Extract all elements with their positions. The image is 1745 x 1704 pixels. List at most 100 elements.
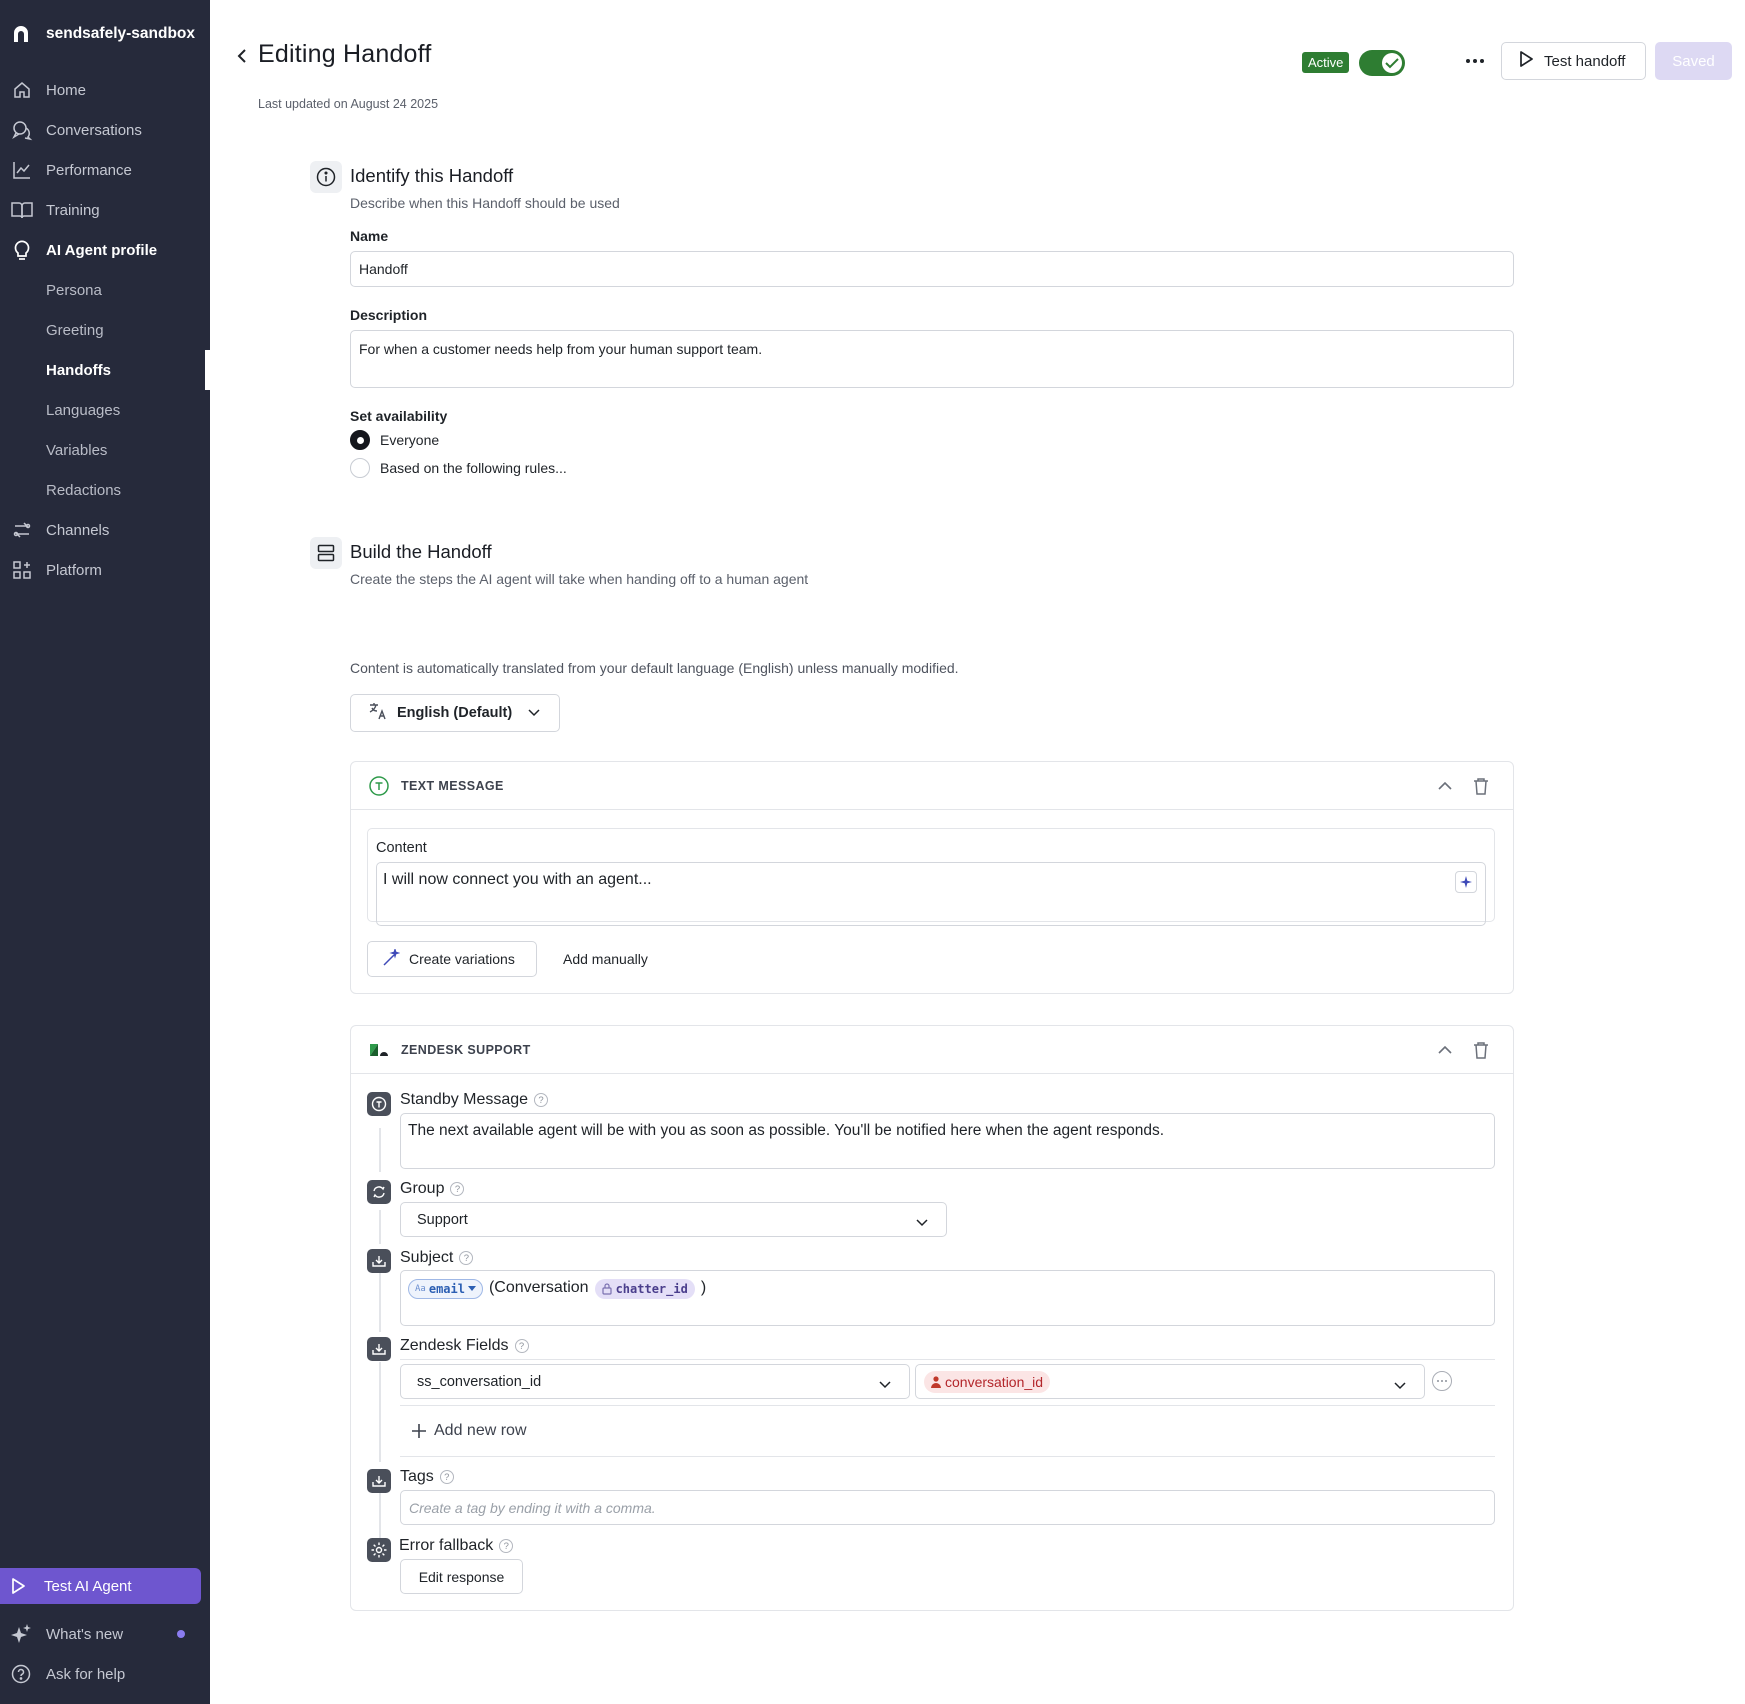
availability-option-everyone[interactable]: Everyone <box>350 430 439 450</box>
text-type-icon: Aa <box>415 1284 426 1294</box>
chevron-up-icon[interactable] <box>1433 774 1457 798</box>
status-badge: Active <box>1302 52 1350 73</box>
chevron-down-icon <box>1394 1377 1406 1394</box>
build-section-title: Build the Handoff <box>350 541 492 562</box>
language-select[interactable]: English (Default) <box>350 694 560 732</box>
description-textarea[interactable]: For when a customer needs help from your… <box>350 330 1514 388</box>
identify-section-title: Identify this Handoff <box>350 165 514 186</box>
tags-label-text: Tags <box>400 1468 434 1485</box>
card-title: ZENDESK SUPPORT <box>401 1043 531 1057</box>
org-switcher[interactable]: sendsafely-sandbox <box>10 20 195 48</box>
radio-selected[interactable] <box>350 430 370 450</box>
availability-label: Set availability <box>350 408 448 424</box>
field-value-select[interactable]: conversation_id <box>915 1364 1425 1399</box>
content-input[interactable]: I will now connect you with an agent... <box>376 862 1486 926</box>
chevron-up-icon[interactable] <box>1433 1038 1457 1062</box>
field-name-select[interactable]: ss_conversation_id <box>400 1364 910 1399</box>
sparkles-icon <box>10 1623 32 1645</box>
back-button[interactable] <box>232 44 252 68</box>
group-step-icon <box>367 1180 391 1204</box>
conversations-icon <box>10 118 34 142</box>
help-icon[interactable]: ? <box>450 1182 465 1196</box>
sidebar-subitem-variables[interactable]: Variables <box>46 432 107 468</box>
sidebar-item-label: Training <box>46 201 100 219</box>
standby-message-input[interactable]: The next available agent will be with yo… <box>400 1113 1495 1169</box>
lightbulb-icon <box>10 238 34 262</box>
book-icon <box>10 198 34 222</box>
error-label-text: Error fallback <box>399 1537 494 1554</box>
chevron-down-icon <box>528 705 540 721</box>
text-message-icon <box>367 774 391 798</box>
radio-unselected[interactable] <box>350 458 370 478</box>
tags-input[interactable]: Create a tag by ending it with a comma. <box>400 1490 1495 1525</box>
fields-label-text: Zendesk Fields <box>400 1337 509 1354</box>
help-icon[interactable]: ? <box>439 1470 454 1484</box>
saved-button[interactable]: Saved <box>1655 42 1732 80</box>
more-options-button[interactable] <box>1460 48 1490 74</box>
add-manually-button[interactable]: Add manually <box>563 941 648 977</box>
create-variations-button[interactable]: Create variations <box>367 941 537 977</box>
sidebar-item-channels[interactable]: Channels <box>0 512 210 548</box>
name-input[interactable]: Handoff <box>350 251 1514 287</box>
group-select[interactable]: Support <box>400 1202 947 1237</box>
divider <box>400 1359 1495 1360</box>
identify-section-subtitle: Describe when this Handoff should be use… <box>350 195 620 211</box>
sidebar-item-label: Conversations <box>46 121 142 139</box>
test-handoff-button[interactable]: Test handoff <box>1501 42 1646 80</box>
subject-input[interactable]: Aa email (Conversation chatter_id ) <box>400 1270 1495 1326</box>
subject-label: Subject ? <box>400 1249 474 1267</box>
trash-icon[interactable] <box>1469 1038 1493 1062</box>
chevron-down-icon <box>916 1215 928 1231</box>
test-ai-agent-button[interactable]: Test AI Agent <box>0 1568 201 1604</box>
subject-step-icon <box>367 1249 391 1273</box>
conversation-id-pill[interactable]: conversation_id <box>924 1370 1051 1393</box>
chatter-id-variable-pill[interactable]: chatter_id <box>594 1279 695 1299</box>
help-icon[interactable]: ? <box>514 1339 529 1353</box>
add-new-row-label: Add new row <box>434 1422 527 1439</box>
trash-icon[interactable] <box>1469 774 1493 798</box>
magic-wand-icon <box>382 946 401 970</box>
test-handoff-label: Test handoff <box>1544 52 1626 70</box>
option-label: Based on the following rules... <box>380 460 567 476</box>
divider <box>400 1405 1495 1406</box>
standby-message-label: Standby Message ? <box>400 1091 549 1109</box>
check-icon <box>1382 53 1402 73</box>
option-label: Everyone <box>380 432 440 448</box>
content-value: I will now connect you with an agent... <box>383 871 652 888</box>
sidebar-subitem-languages[interactable]: Languages <box>46 392 120 428</box>
sidebar-item-platform[interactable]: Platform <box>0 552 210 588</box>
sidebar-item-ai-agent-profile[interactable]: AI Agent profile <box>0 232 210 268</box>
sidebar-item-training[interactable]: Training <box>0 192 210 228</box>
text-message-card: TEXT MESSAGE Content I will now connect … <box>350 761 1514 994</box>
sidebar-subitem-greeting[interactable]: Greeting <box>46 312 104 348</box>
person-icon <box>931 1375 941 1388</box>
help-icon[interactable]: ? <box>534 1093 549 1107</box>
zendesk-fields-label: Zendesk Fields ? <box>400 1337 529 1355</box>
sidebar-subitem-handoffs[interactable]: Handoffs <box>46 352 111 388</box>
help-icon[interactable]: ? <box>459 1251 474 1265</box>
ai-sparkle-icon[interactable] <box>1455 871 1477 893</box>
zendesk-logo-icon <box>367 1038 391 1062</box>
ask-for-help-link[interactable]: Ask for help <box>0 1656 210 1692</box>
help-icon[interactable]: ? <box>499 1539 514 1553</box>
chevron-down-icon <box>879 1377 891 1393</box>
text-step-icon <box>367 1092 391 1116</box>
sidebar-item-performance[interactable]: Performance <box>0 152 210 188</box>
availability-option-rules[interactable]: Based on the following rules... <box>350 458 567 478</box>
add-new-row-button[interactable]: Add new row <box>412 1419 527 1443</box>
plus-icon <box>412 1424 426 1438</box>
sidebar-item-home[interactable]: Home <box>0 72 210 108</box>
sidebar-subitem-persona[interactable]: Persona <box>46 272 102 308</box>
sidebar-item-label: AI Agent profile <box>46 241 158 259</box>
email-variable-pill[interactable]: Aa email <box>408 1279 483 1299</box>
test-ai-agent-label: Test AI Agent <box>44 1577 132 1595</box>
row-options-icon[interactable] <box>1432 1371 1452 1391</box>
sidebar-item-conversations[interactable]: Conversations <box>0 112 210 148</box>
layout-rows-icon <box>310 537 342 569</box>
chatter-pill-label: chatter_id <box>615 1282 688 1296</box>
sidebar-subitem-redactions[interactable]: Redactions <box>46 472 121 508</box>
active-toggle[interactable] <box>1359 50 1405 76</box>
active-indicator <box>205 350 210 390</box>
conversation-id-label: conversation_id <box>945 1373 1044 1390</box>
edit-response-button[interactable]: Edit response <box>400 1559 523 1594</box>
